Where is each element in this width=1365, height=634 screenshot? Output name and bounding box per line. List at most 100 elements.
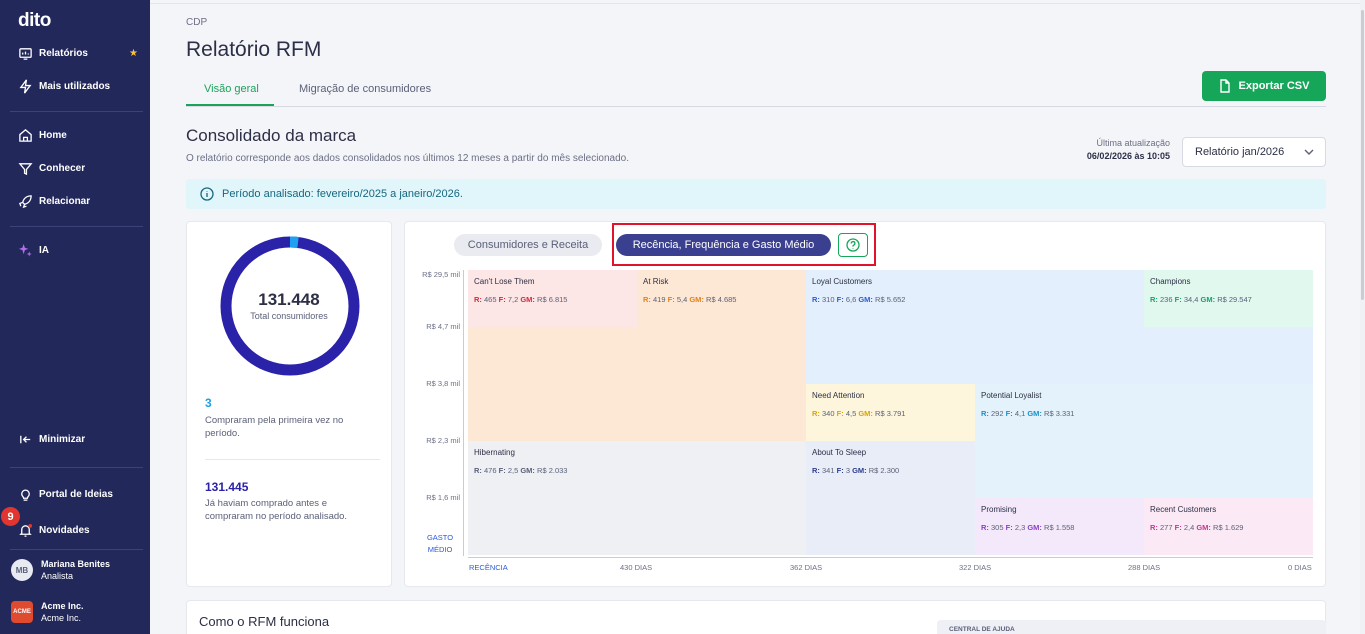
divider — [10, 467, 143, 468]
divider — [10, 549, 143, 550]
sidebar-item-home[interactable]: Home — [0, 123, 150, 147]
section-title: Consolidado da marca — [186, 126, 357, 145]
sidebar-item-label: Relacionar — [39, 195, 91, 207]
segment-at-risk[interactable]: At Risk R: 419 F: 5,4 GM: R$ 4.685 — [637, 270, 806, 441]
page-scrollbar[interactable] — [1360, 0, 1365, 634]
sidebar-item-portal-ideias[interactable]: Portal de Ideias — [0, 482, 150, 506]
stat-f: 4,1 — [1014, 409, 1026, 418]
divider — [205, 459, 380, 460]
x-tick: 362 DIAS — [790, 563, 823, 572]
y-tick: R$ 1,6 mil — [426, 493, 460, 502]
question-icon — [846, 238, 860, 252]
sidebar-item-relacionar[interactable]: Relacionar — [0, 189, 150, 213]
segment-name: Can't Lose Them — [474, 277, 535, 286]
active-tab-indicator — [186, 104, 274, 106]
highlight-box — [612, 223, 876, 266]
sidebar-item-label: Novidades — [39, 524, 90, 536]
user-role: Analista — [41, 571, 74, 581]
export-csv-button[interactable]: Exportar CSV — [1202, 71, 1326, 101]
export-label: Exportar CSV — [1238, 80, 1310, 92]
x-tick: 0 DIAS — [1288, 563, 1312, 572]
tab-migracao[interactable]: Migração de consumidores — [299, 83, 431, 95]
returning-consumers-count: 131.445 — [205, 480, 249, 494]
stat-f: 2,3 — [1014, 523, 1026, 532]
segment-potential-loyalist[interactable]: Potential Loyalist R: 292 F: 4,1 GM: R$ … — [975, 384, 1313, 498]
sidebar-item-label: Portal de Ideias — [39, 488, 113, 500]
segment-stats: R: 236 F: 34,4 GM: R$ 29.547 — [1150, 295, 1252, 304]
avatar: MB — [11, 559, 33, 581]
period-select-value: Relatório jan/2026 — [1195, 146, 1285, 158]
filter-icon — [17, 160, 33, 176]
segment-promising[interactable]: Promising R: 305 F: 2,3 GM: R$ 1.558 — [975, 498, 1144, 555]
stat-gm: R$ 29.547 — [1217, 295, 1252, 304]
help-button[interactable] — [838, 233, 868, 257]
segment-name: Promising — [981, 505, 1017, 514]
segment-loyal-extension — [1144, 327, 1313, 384]
stat-r: 292 — [991, 409, 1004, 418]
x-tick: 322 DIAS — [959, 563, 992, 572]
segment-name: Potential Loyalist — [981, 391, 1042, 400]
page-title: Relatório RFM — [186, 38, 322, 61]
segment-recent-customers[interactable]: Recent Customers R: 277 F: 2,4 GM: R$ 1.… — [1144, 498, 1313, 555]
help-center-label: CENTRAL DE AJUDA — [949, 626, 1015, 633]
sidebar-item-label: Relatórios — [39, 47, 88, 59]
help-center-panel[interactable]: CENTRAL DE AJUDA — [937, 620, 1326, 634]
divider — [10, 111, 143, 112]
account-logo: ACME — [11, 601, 33, 623]
new-consumers-label: Compraram pela primeira vez no período. — [205, 415, 344, 439]
segment-stats: R: 340 F: 4,5 GM: R$ 3.791 — [812, 409, 906, 418]
stat-gm: R$ 2.033 — [537, 466, 568, 475]
sidebar-item-novidades[interactable]: Novidades — [0, 518, 150, 542]
explainer-title: Como o RFM funciona — [199, 614, 330, 629]
segment-cant-lose-them[interactable]: Can't Lose Them R: 465 F: 7,2 GM: R$ 6.8… — [468, 270, 637, 327]
account-sub: Acme Inc. — [41, 613, 82, 623]
segment-about-to-sleep[interactable]: About To Sleep R: 341 F: 3 GM: R$ 2.300 — [806, 441, 975, 555]
sidebar-item-label: Mais utilizados — [39, 80, 111, 92]
dito-logo[interactable]: dito — [18, 10, 51, 32]
stat-r: 476 — [484, 466, 497, 475]
y-tick: R$ 4,7 mil — [426, 322, 460, 331]
segment-loyal-customers[interactable]: Loyal Customers R: 310 F: 6,6 GM: R$ 5.6… — [806, 270, 1144, 384]
account-switcher[interactable]: ACME Acme Inc. Acme Inc. — [0, 600, 150, 624]
x-tick: 288 DIAS — [1128, 563, 1161, 572]
sidebar-item-mais-utilizados[interactable]: Mais utilizados — [0, 74, 150, 98]
sidebar-item-relatorios[interactable]: Relatórios ★ — [0, 41, 150, 65]
period-select[interactable]: Relatório jan/2026 — [1182, 137, 1326, 167]
y-axis-title-line: GASTO — [426, 533, 454, 542]
segment-stats: R: 305 F: 2,3 GM: R$ 1.558 — [981, 523, 1075, 532]
user-profile[interactable]: MB Mariana Benites Analista — [0, 558, 150, 582]
info-icon — [200, 187, 214, 201]
lightbulb-icon — [17, 486, 33, 502]
stat-r: 277 — [1160, 523, 1173, 532]
section-subtitle: O relatório corresponde aos dados consol… — [186, 153, 630, 164]
stat-f: 3 — [845, 466, 850, 475]
minimize-button[interactable]: Minimizar — [0, 427, 150, 451]
sidebar-item-conhecer[interactable]: Conhecer — [0, 156, 150, 180]
tab-visao-geral[interactable]: Visão geral — [204, 83, 259, 95]
segment-hibernating[interactable]: Hibernating R: 476 F: 2,5 GM: R$ 2.033 — [468, 441, 806, 555]
sidebar-item-label: Home — [39, 129, 67, 141]
summary-card: 131.448 Total consumidores 3 Compraram p… — [186, 221, 392, 587]
divider — [10, 226, 143, 227]
file-icon — [1219, 79, 1230, 93]
segment-stats: R: 277 F: 2,4 GM: R$ 1.629 — [1150, 523, 1244, 532]
segment-name: Hibernating — [474, 448, 515, 457]
total-consumers: 131.448 — [258, 290, 320, 309]
segment-need-attention[interactable]: Need Attention R: 340 F: 4,5 GM: R$ 3.79… — [806, 384, 975, 441]
stat-gm: R$ 6.815 — [537, 295, 568, 304]
segment-stats: R: 419 F: 5,4 GM: R$ 4.685 — [643, 295, 737, 304]
stat-gm: R$ 1.629 — [1213, 523, 1244, 532]
scrollbar-thumb[interactable] — [1361, 10, 1364, 300]
notification-count-badge: 9 — [1, 507, 20, 526]
stat-f: 2,5 — [507, 466, 519, 475]
breadcrumb[interactable]: CDP — [186, 17, 207, 28]
segment-stats: R: 292 F: 4,1 GM: R$ 3.331 — [981, 409, 1075, 418]
stat-r: 419 — [653, 295, 666, 304]
favorite-star-icon[interactable]: ★ — [129, 48, 138, 59]
sidebar-item-ia[interactable]: IA — [0, 238, 150, 262]
x-tick: 430 DIAS — [620, 563, 653, 572]
tab-consumidores-receita[interactable]: Consumidores e Receita — [454, 234, 602, 256]
segment-stats: R: 341 F: 3 GM: R$ 2.300 — [812, 466, 900, 475]
segment-champions[interactable]: Champions R: 236 F: 34,4 GM: R$ 29.547 — [1144, 270, 1313, 327]
y-tick: R$ 29,5 mil — [422, 270, 460, 279]
